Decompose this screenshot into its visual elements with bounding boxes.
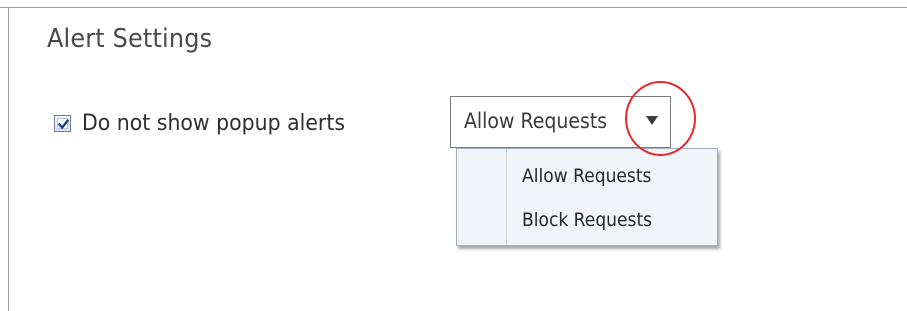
checkmark-icon: [57, 118, 70, 129]
request-action-menu: Allow Requests Block Requests: [456, 148, 718, 246]
popup-alerts-row: Do not show popup alerts: [54, 108, 365, 138]
chevron-down-icon[interactable]: [646, 116, 658, 125]
menu-item-block-requests[interactable]: Block Requests: [507, 200, 717, 240]
popup-alerts-label[interactable]: Do not show popup alerts: [82, 111, 345, 136]
window-left-margin: [0, 8, 8, 311]
menu-item-allow-requests[interactable]: Allow Requests: [507, 156, 717, 196]
request-action-selected-value: Allow Requests: [464, 109, 608, 133]
section-title: Alert Settings: [47, 24, 213, 54]
window-top-edge: [0, 0, 907, 8]
menu-item-label: Block Requests: [522, 209, 653, 231]
popup-alerts-checkbox[interactable]: [54, 114, 71, 132]
request-action-select[interactable]: Allow Requests: [450, 96, 671, 148]
menu-item-label: Allow Requests: [522, 165, 652, 187]
